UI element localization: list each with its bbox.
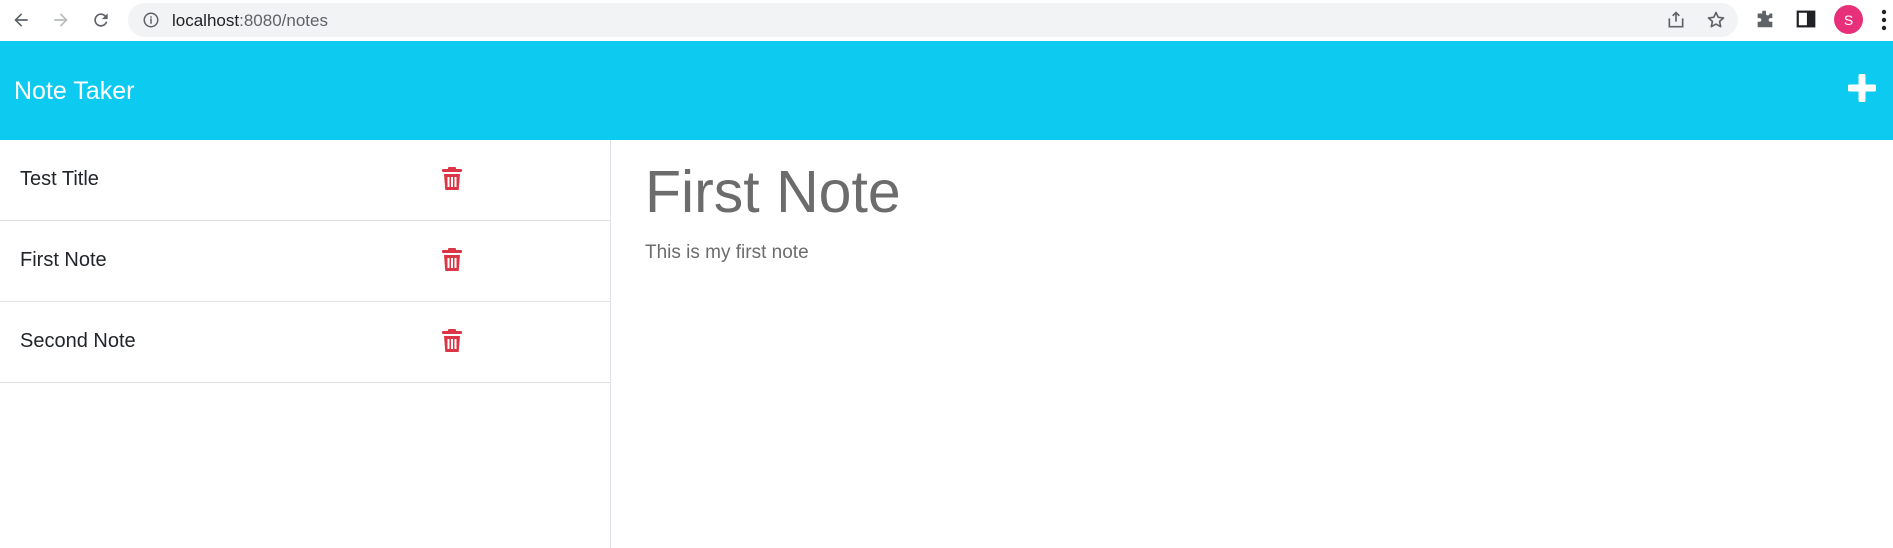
list-item[interactable]: First Note (0, 221, 610, 302)
app-header: Note Taker (0, 41, 1893, 140)
note-item-title[interactable]: Test Title (20, 168, 99, 191)
note-item-title[interactable]: First Note (20, 249, 107, 272)
forward-arrow-icon (54, 13, 68, 27)
star-icon[interactable] (1706, 10, 1726, 30)
back-button[interactable] (6, 5, 36, 35)
note-view: First Note This is my first note (612, 140, 1893, 548)
note-title[interactable]: First Note (645, 158, 1845, 226)
forward-button[interactable] (46, 5, 76, 35)
url-text[interactable]: localhost:8080/notes (172, 11, 328, 31)
trash-icon[interactable] (442, 329, 462, 353)
back-arrow-icon (14, 13, 28, 27)
reload-icon (94, 13, 108, 27)
profile-avatar[interactable]: S (1834, 5, 1863, 34)
plus-icon[interactable] (1847, 73, 1877, 103)
note-textarea[interactable]: This is my first note (645, 242, 1845, 264)
info-icon[interactable] (142, 11, 160, 29)
list-item[interactable]: Second Note (0, 302, 610, 383)
trash-icon[interactable] (442, 167, 462, 191)
notes-list: Test Title First Note Second Note (0, 140, 611, 548)
browser-toolbar: localhost:8080/notes S (0, 0, 1893, 41)
app-brand[interactable]: Note Taker (14, 77, 134, 106)
url-host: localhost (172, 11, 240, 30)
more-vert-icon[interactable] (1880, 8, 1888, 32)
address-bar[interactable]: localhost:8080/notes (128, 3, 1738, 37)
share-icon[interactable] (1666, 10, 1686, 30)
side-panel-icon[interactable] (1795, 8, 1817, 30)
trash-icon[interactable] (442, 248, 462, 272)
note-item-title[interactable]: Second Note (20, 330, 136, 353)
url-path: :8080/notes (239, 11, 328, 30)
extensions-icon[interactable] (1754, 8, 1776, 30)
reload-button[interactable] (86, 5, 116, 35)
list-item[interactable]: Test Title (0, 140, 610, 221)
